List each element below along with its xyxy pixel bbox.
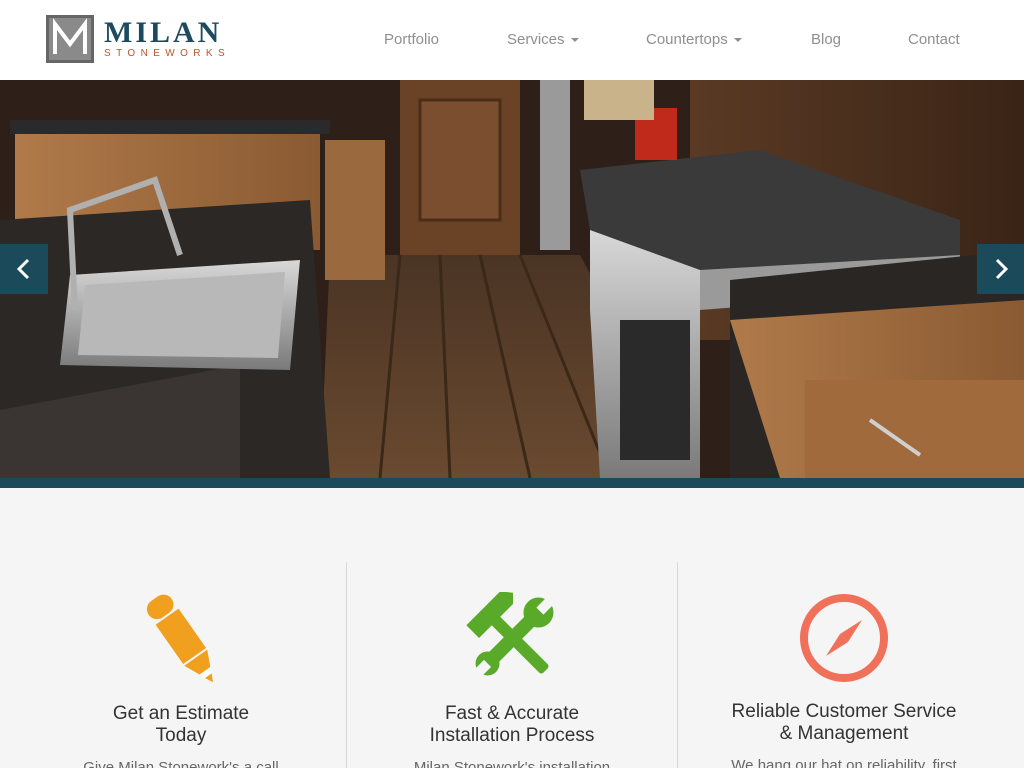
feature-divider [346, 562, 347, 768]
nav-item-contact[interactable]: Contact [908, 31, 960, 48]
tools-icon [466, 592, 555, 679]
nav-label: Blog [811, 31, 842, 48]
nav-label: Countertops [646, 31, 728, 48]
site-header: MILAN STONEWORKS Portfolio Services Coun… [0, 0, 1024, 80]
feature-description: Milan Stonework's installation [413, 759, 611, 768]
feature-description: Give Milan Stonework's a call [83, 759, 279, 768]
feature-divider [677, 562, 678, 768]
hero-accent-strip [0, 478, 1024, 488]
nav-item-blog[interactable]: Blog [811, 31, 841, 48]
hero-slider [0, 80, 1024, 478]
main-nav: Portfolio Services Countertops Blog Cont… [0, 31, 1024, 51]
caret-down-icon [570, 38, 579, 42]
hero-kitchen-image [0, 80, 1024, 478]
chevron-right-icon [995, 258, 1009, 280]
pencil-icon [146, 594, 213, 683]
feature-title: Reliable Customer Service & Management [731, 701, 957, 744]
nav-label: Portfolio [384, 31, 440, 48]
chevron-left-icon [16, 258, 30, 280]
nav-label: Services [507, 31, 565, 48]
nav-label: Contact [908, 31, 960, 48]
nav-item-portfolio[interactable]: Portfolio [384, 31, 439, 48]
caret-down-icon [733, 38, 742, 42]
feature-description: We hang our hat on reliability, first [731, 757, 957, 768]
compass-icon [800, 594, 888, 682]
slider-prev-button[interactable] [0, 244, 48, 294]
features-section: Get an Estimate Today Give Milan Stonewo… [0, 488, 1024, 768]
slider-next-button[interactable] [977, 244, 1024, 294]
nav-item-countertops[interactable]: Countertops [646, 31, 742, 48]
nav-item-services[interactable]: Services [507, 31, 579, 48]
feature-title: Fast & Accurate Installation Process [429, 703, 595, 746]
feature-title: Get an Estimate Today [112, 703, 250, 746]
